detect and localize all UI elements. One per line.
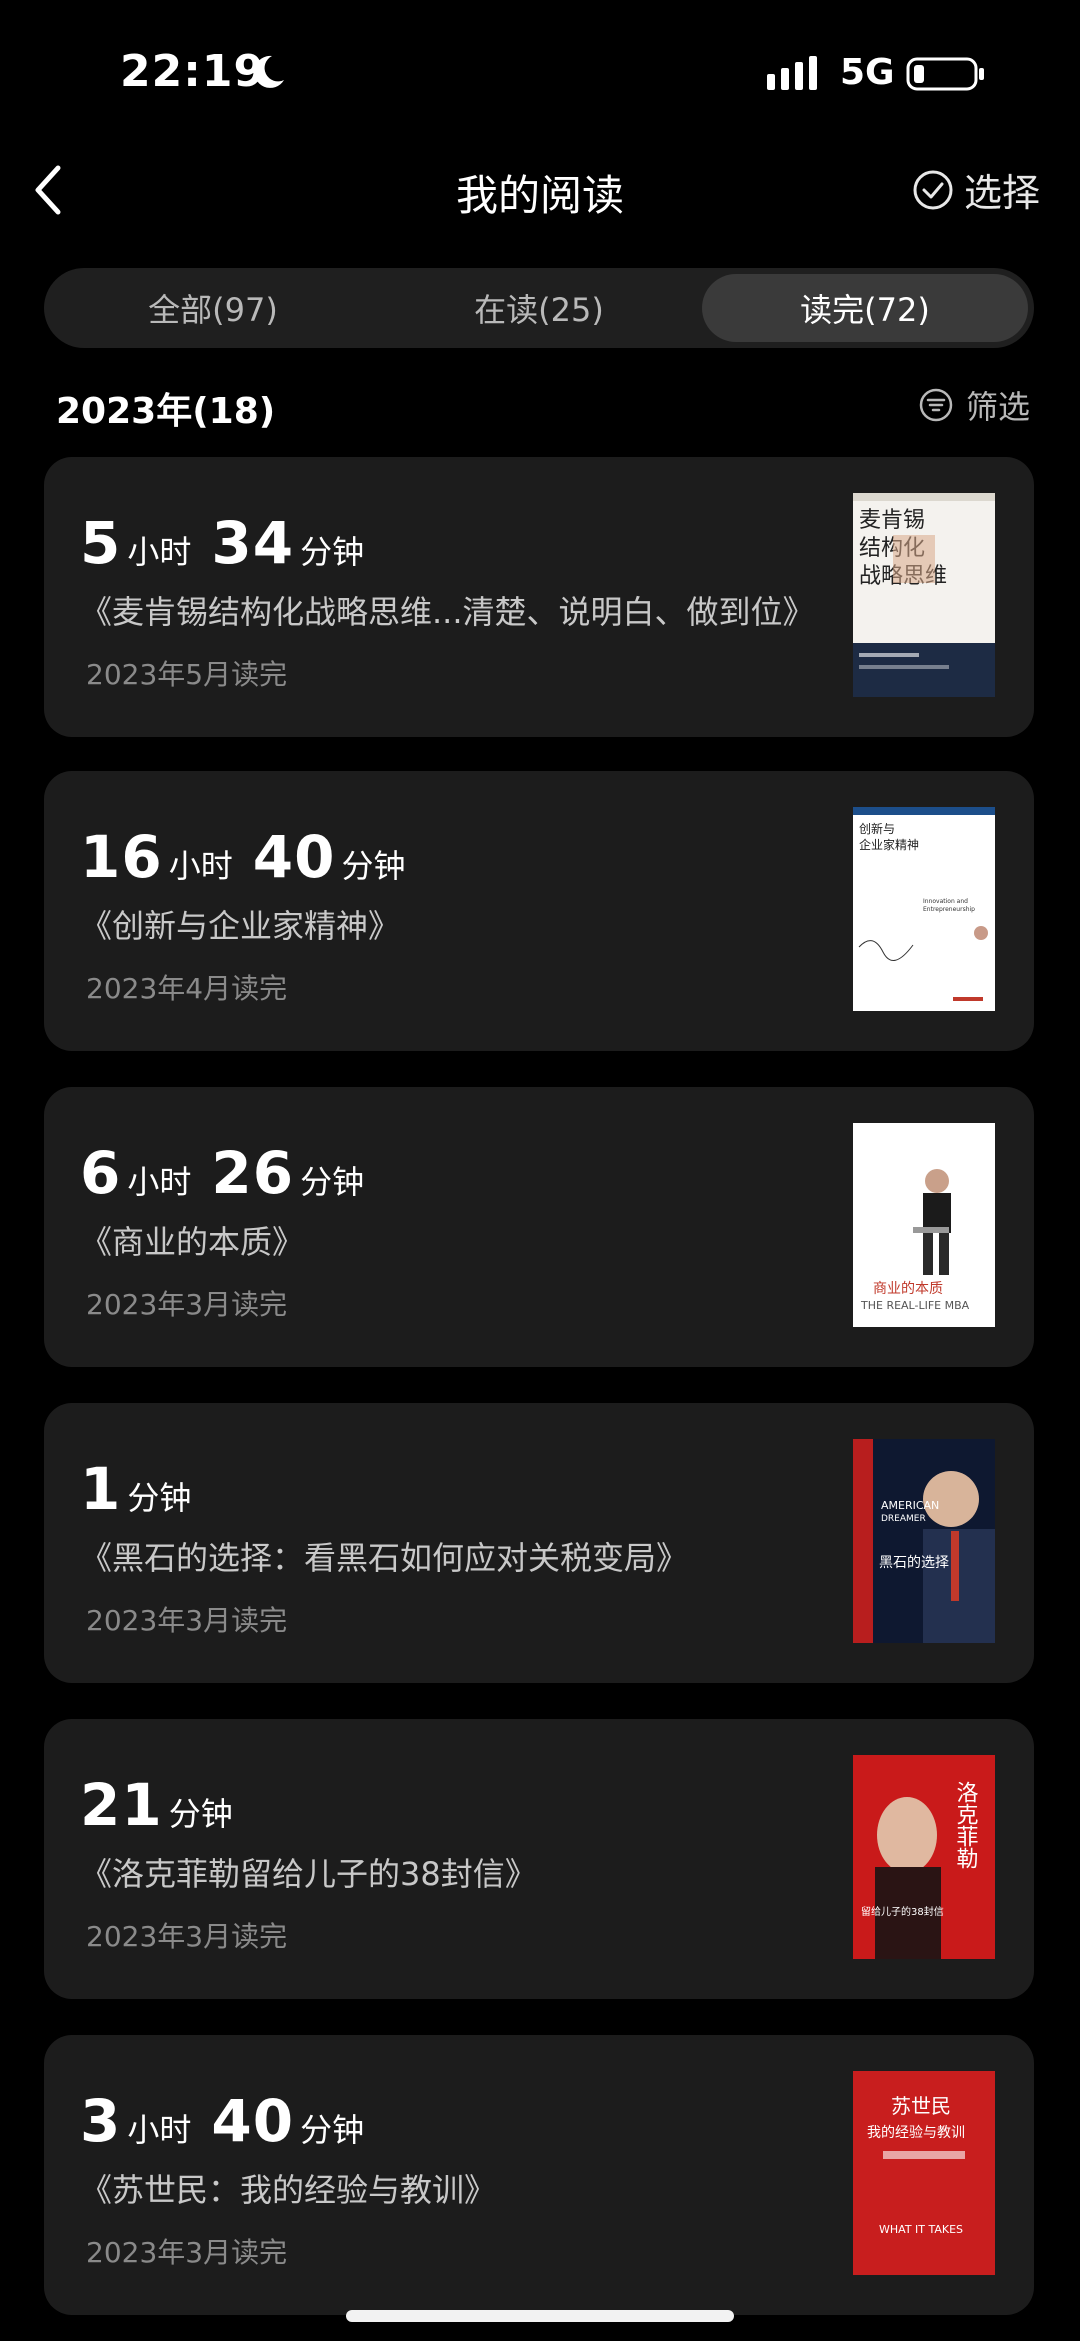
duration-minutes: 40 [211,2087,295,2155]
network-label: 5G [840,52,895,93]
duration-hours: 16 [80,823,163,891]
svg-text:留给儿子的38封信: 留给儿子的38封信 [861,1905,944,1918]
duration-hours-unit: 小时 [127,533,192,571]
tab-reading[interactable]: 在读(25) [376,274,702,342]
tab-finished[interactable]: 读完(72) [702,274,1028,342]
book-cover: AMERICAN DREAMER 黑石的选择 [853,1439,995,1643]
status-time: 22:19 [120,46,266,97]
book-title: 《黑石的选择：看黑石如何应对关税变局》 [80,1539,689,1577]
duration-minutes: 26 [211,1139,295,1207]
svg-text:黑石的选择: 黑石的选择 [879,1555,949,1571]
svg-text:WHAT IT TAKES: WHAT IT TAKES [879,2223,963,2236]
duration-hours-unit: 小时 [168,847,233,885]
select-label: 选择 [964,171,1041,215]
duration-hours: 6 [80,1139,122,1207]
svg-text:麦肯锡: 麦肯锡 [859,508,925,533]
duration-minutes: 34 [211,509,295,577]
svg-text:创新与: 创新与 [859,821,895,836]
book-cover: 商业的本质 THE REAL-LIFE MBA [853,1123,995,1327]
duration-minutes-unit: 分钟 [168,1795,233,1833]
book-cover: 麦肯锡 结构化 战略思维 [853,493,995,697]
duration-minutes-unit: 分钟 [127,1479,192,1517]
finish-date: 2023年3月读完 [86,1604,288,1637]
battery-icon [906,57,984,91]
svg-text:企业家精神: 企业家精神 [859,837,919,852]
book-title: 《创新与企业家精神》 [80,907,401,945]
duration-hours: 3 [80,2087,122,2155]
book-card[interactable]: 16 小时 40 分钟 《创新与企业家精神》 2023年4月读完 创新与 企业家… [44,771,1034,1051]
svg-text:Entrepreneurship: Entrepreneurship [923,906,975,913]
filter-label: 筛选 [966,388,1031,426]
moon-icon [254,55,284,88]
reading-duration: 16 小时 40 分钟 [80,823,419,891]
finish-date: 2023年3月读完 [86,1920,288,1953]
book-title: 《麦肯锡结构化战略思维...清楚、说明白、做到位》 [80,593,815,631]
book-cover: 创新与 企业家精神 Innovation and Entrepreneurshi… [853,807,995,1011]
reading-duration: 6 小时 26 分钟 [80,1139,378,1207]
reading-duration: 3 小时 40 分钟 [80,2087,378,2155]
book-card[interactable]: 3 小时 40 分钟 《苏世民：我的经验与教训》 2023年3月读完 苏世民 我… [44,2035,1034,2315]
filter-button[interactable]: 筛选 [918,382,1030,428]
book-card[interactable]: 1 分钟 《黑石的选择：看黑石如何应对关税变局》 2023年3月读完 AMERI… [44,1403,1034,1683]
finish-date: 2023年3月读完 [86,2236,288,2269]
book-card[interactable]: 21 分钟 《洛克菲勒留给儿子的38封信》 2023年3月读完 洛克菲勒 留给儿… [44,1719,1034,1999]
tab-all[interactable]: 全部(97) [50,274,376,342]
signal-icon [767,56,817,90]
svg-text:苏世民: 苏世民 [891,2094,951,2118]
duration-hours-unit: 小时 [127,2111,192,2149]
home-indicator[interactable] [346,2310,734,2322]
book-title: 《苏世民：我的经验与教训》 [80,2171,497,2209]
book-title: 《商业的本质》 [80,1223,305,1261]
filter-icon [919,388,953,422]
reading-duration: 5 小时 34 分钟 [80,509,378,577]
duration-minutes-unit: 分钟 [300,2111,365,2149]
select-button[interactable]: 选择 [912,162,1040,217]
reading-duration: 21 分钟 [80,1771,247,1839]
duration-minutes-unit: 分钟 [300,533,365,571]
book-title: 《洛克菲勒留给儿子的38封信》 [80,1855,537,1893]
svg-text:洛克菲勒: 洛克菲勒 [953,1781,979,1869]
book-card[interactable]: 5 小时 34 分钟 《麦肯锡结构化战略思维...清楚、说明白、做到位》 202… [44,457,1034,737]
svg-text:商业的本质: 商业的本质 [873,1281,943,1297]
duration-minutes: 21 [80,1771,163,1839]
finish-date: 2023年3月读完 [86,1288,288,1321]
duration-minutes: 40 [252,823,336,891]
reading-duration: 1 分钟 [80,1455,205,1523]
svg-text:THE REAL-LIFE MBA: THE REAL-LIFE MBA [860,1299,970,1312]
duration-minutes: 1 [80,1455,122,1523]
check-circle-icon [913,170,953,209]
svg-text:我的经验与教训: 我的经验与教训 [867,2125,965,2141]
book-cover: 洛克菲勒 留给儿子的38封信 [853,1755,995,1959]
duration-minutes-unit: 分钟 [300,1163,365,1201]
finish-date: 2023年5月读完 [86,658,288,691]
svg-text:DREAMER: DREAMER [881,1514,926,1524]
finish-date: 2023年4月读完 [86,972,288,1005]
duration-hours-unit: 小时 [127,1163,192,1201]
status-bar: 22:19 5G [0,0,1080,150]
svg-text:AMERICAN: AMERICAN [881,1499,939,1512]
book-cover: 苏世民 我的经验与教训 WHAT IT TAKES [853,2071,995,2275]
svg-text:Innovation and: Innovation and [923,898,968,905]
duration-hours: 5 [80,509,122,577]
duration-minutes-unit: 分钟 [341,847,406,885]
book-card[interactable]: 6 小时 26 分钟 《商业的本质》 2023年3月读完 商业的本质 THE R… [44,1087,1034,1367]
year-heading: 2023年(18) [56,391,276,432]
filter-tabs: 全部(97) 在读(25) 读完(72) [44,268,1034,348]
